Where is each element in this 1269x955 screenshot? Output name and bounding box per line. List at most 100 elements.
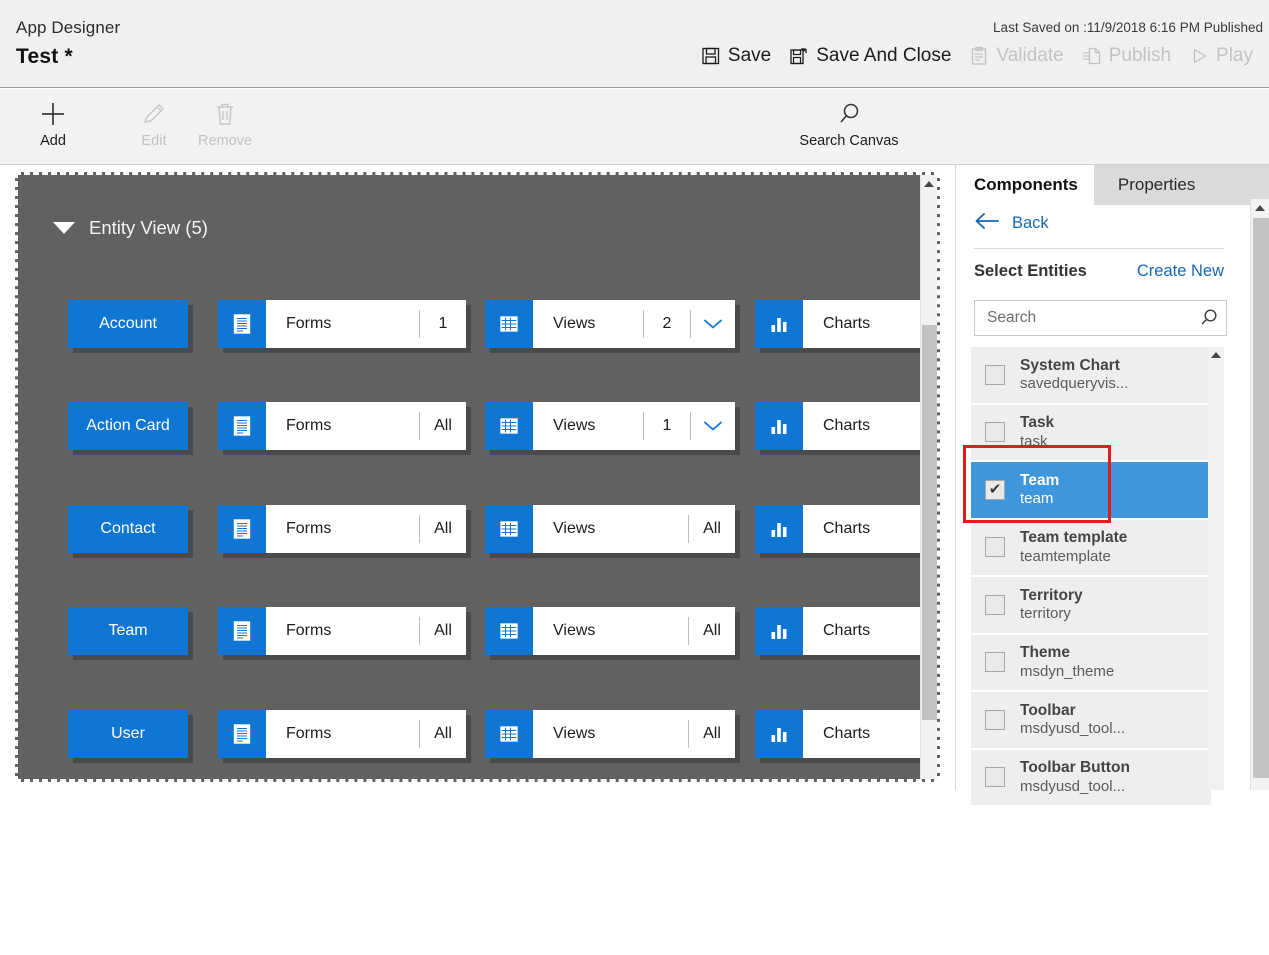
entity-list-item[interactable]: ✔ Team team bbox=[971, 462, 1211, 520]
search-icon bbox=[780, 97, 918, 131]
views-icon bbox=[485, 710, 533, 758]
charts-tile[interactable]: Charts bbox=[755, 402, 937, 450]
entity-logical-name: msdyn_theme bbox=[1020, 662, 1115, 680]
charts-tile[interactable]: Charts bbox=[755, 607, 937, 655]
views-icon bbox=[485, 607, 533, 655]
entity-display-name: Theme bbox=[1020, 644, 1070, 662]
add-button[interactable]: Add bbox=[5, 97, 101, 149]
publish-button[interactable]: Publish bbox=[1074, 42, 1181, 70]
canvas-scrollbar[interactable] bbox=[920, 175, 937, 779]
chevron-down-icon bbox=[53, 222, 75, 234]
forms-tile[interactable]: Forms All bbox=[218, 607, 466, 655]
views-tile[interactable]: Views All bbox=[485, 505, 735, 553]
entity-button[interactable]: Action Card bbox=[68, 402, 188, 450]
remove-button[interactable]: Remove bbox=[155, 97, 295, 149]
create-new-link[interactable]: Create New bbox=[1137, 262, 1224, 281]
panel-scroll-up-icon[interactable] bbox=[1251, 199, 1269, 217]
forms-tile-label: Forms bbox=[286, 315, 332, 332]
entity-button[interactable]: Contact bbox=[68, 505, 188, 553]
entity-button[interactable]: User bbox=[68, 710, 188, 758]
entity-button[interactable]: Account bbox=[68, 300, 188, 348]
forms-count: All bbox=[434, 417, 452, 434]
entity-text: System Chart savedqueryvis... bbox=[1020, 357, 1128, 393]
entity-row: Team Forms All Views All Charts bbox=[18, 607, 937, 659]
views-tile[interactable]: Views 2 bbox=[485, 300, 735, 348]
forms-tile[interactable]: Forms All bbox=[218, 505, 466, 553]
entity-checkbox[interactable] bbox=[985, 364, 1005, 385]
entity-text: Territory territory bbox=[1020, 587, 1083, 623]
tab-components[interactable]: Components bbox=[956, 165, 1094, 205]
charts-icon bbox=[755, 710, 803, 758]
charts-tile[interactable]: Charts bbox=[755, 710, 937, 758]
entity-checkbox[interactable] bbox=[985, 594, 1005, 615]
save-button[interactable]: Save bbox=[693, 42, 781, 70]
entity-list-item[interactable]: Task task bbox=[971, 404, 1211, 462]
entity-text: Team team bbox=[1020, 472, 1059, 508]
chevron-down-icon[interactable] bbox=[691, 300, 735, 348]
search-canvas-button[interactable]: Search Canvas bbox=[780, 97, 918, 149]
back-button[interactable]: Back bbox=[974, 212, 1049, 235]
play-label: Play bbox=[1216, 45, 1253, 66]
entity-row: Action Card Forms All Views 1 Charts bbox=[18, 402, 937, 454]
entity-list-scroll-up-icon[interactable] bbox=[1208, 347, 1224, 363]
views-count: 2 bbox=[662, 315, 672, 332]
entity-search-input[interactable] bbox=[975, 308, 1192, 328]
entity-view-section-header[interactable]: Entity View (5) bbox=[53, 217, 208, 239]
validate-icon bbox=[969, 46, 989, 66]
page-title: Test * bbox=[16, 45, 73, 68]
charts-icon bbox=[755, 402, 803, 450]
entity-display-name: Toolbar Button bbox=[1020, 759, 1130, 777]
entity-checkbox[interactable] bbox=[985, 652, 1005, 673]
entity-logical-name: msdyusd_tool... bbox=[1020, 777, 1126, 795]
forms-tile[interactable]: Forms All bbox=[218, 710, 466, 758]
chevron-down-icon[interactable] bbox=[691, 402, 735, 450]
entity-checkbox[interactable] bbox=[985, 537, 1005, 558]
entity-list-item[interactable]: Theme msdyn_theme bbox=[971, 634, 1211, 692]
entity-list-item[interactable]: Toolbar Button msdyusd_tool... bbox=[971, 749, 1211, 807]
entity-display-name: System Chart bbox=[1020, 356, 1120, 374]
panel-scrollbar[interactable] bbox=[1250, 199, 1269, 790]
entity-button[interactable]: Team bbox=[68, 607, 188, 655]
charts-tile[interactable]: Charts bbox=[755, 505, 937, 553]
entity-list-item[interactable]: Toolbar msdyusd_tool... bbox=[971, 692, 1211, 750]
views-icon bbox=[485, 402, 533, 450]
entity-list-item[interactable]: Team template teamtemplate bbox=[971, 519, 1211, 577]
canvas-scrollbar-thumb[interactable] bbox=[922, 325, 937, 720]
tab-properties[interactable]: Properties bbox=[1093, 165, 1269, 205]
entity-logical-name: territory bbox=[1020, 605, 1071, 623]
entity-checkbox[interactable] bbox=[985, 709, 1005, 730]
entity-list-item[interactable]: Territory territory bbox=[971, 577, 1211, 635]
forms-count: 1 bbox=[438, 315, 448, 332]
views-tile[interactable]: Views All bbox=[485, 710, 735, 758]
select-entities-row: Select Entities Create New bbox=[974, 262, 1224, 281]
designer-canvas: Entity View (5) Account Forms 1 Views 2 Chart… bbox=[15, 172, 940, 782]
charts-tile[interactable]: Charts bbox=[755, 300, 937, 348]
entity-list-item[interactable]: System Chart savedqueryvis... bbox=[971, 347, 1211, 405]
remove-label: Remove bbox=[198, 133, 252, 149]
entity-search-box[interactable] bbox=[974, 300, 1227, 336]
entity-checkbox[interactable] bbox=[985, 767, 1005, 788]
last-saved-status: Last Saved on :11/9/2018 6:16 PM Publish… bbox=[993, 20, 1263, 35]
canvas-scroll-up-icon[interactable] bbox=[921, 175, 937, 192]
views-tile[interactable]: Views All bbox=[485, 607, 735, 655]
views-tile-label: Views bbox=[553, 315, 596, 332]
entity-list[interactable]: System Chart savedqueryvis... Task task ✔ Tea… bbox=[971, 347, 1211, 955]
header-actions: Save Save And Close Validate Publish Pla bbox=[693, 42, 1263, 70]
validate-button[interactable]: Validate bbox=[961, 42, 1073, 70]
play-button[interactable]: Play bbox=[1181, 42, 1263, 70]
views-tile[interactable]: Views 1 bbox=[485, 402, 735, 450]
entity-display-name: Team bbox=[1020, 471, 1060, 489]
entity-row: User Forms All Views All Charts bbox=[18, 710, 937, 762]
save-and-close-button[interactable]: Save And Close bbox=[781, 42, 961, 70]
plus-icon bbox=[5, 97, 101, 131]
app-header: App Designer Test * Last Saved on :11/9/… bbox=[0, 0, 1269, 88]
forms-tile-label: Forms bbox=[286, 622, 332, 639]
entity-checkbox[interactable] bbox=[985, 422, 1005, 443]
forms-tile[interactable]: Forms All bbox=[218, 402, 466, 450]
entity-checkbox[interactable]: ✔ bbox=[985, 479, 1005, 500]
entity-list-scrollbar[interactable] bbox=[1208, 347, 1224, 790]
search-icon[interactable] bbox=[1192, 307, 1226, 329]
forms-tile[interactable]: Forms 1 bbox=[218, 300, 466, 348]
arrow-left-icon bbox=[974, 212, 1000, 235]
panel-scrollbar-thumb[interactable] bbox=[1253, 218, 1269, 778]
